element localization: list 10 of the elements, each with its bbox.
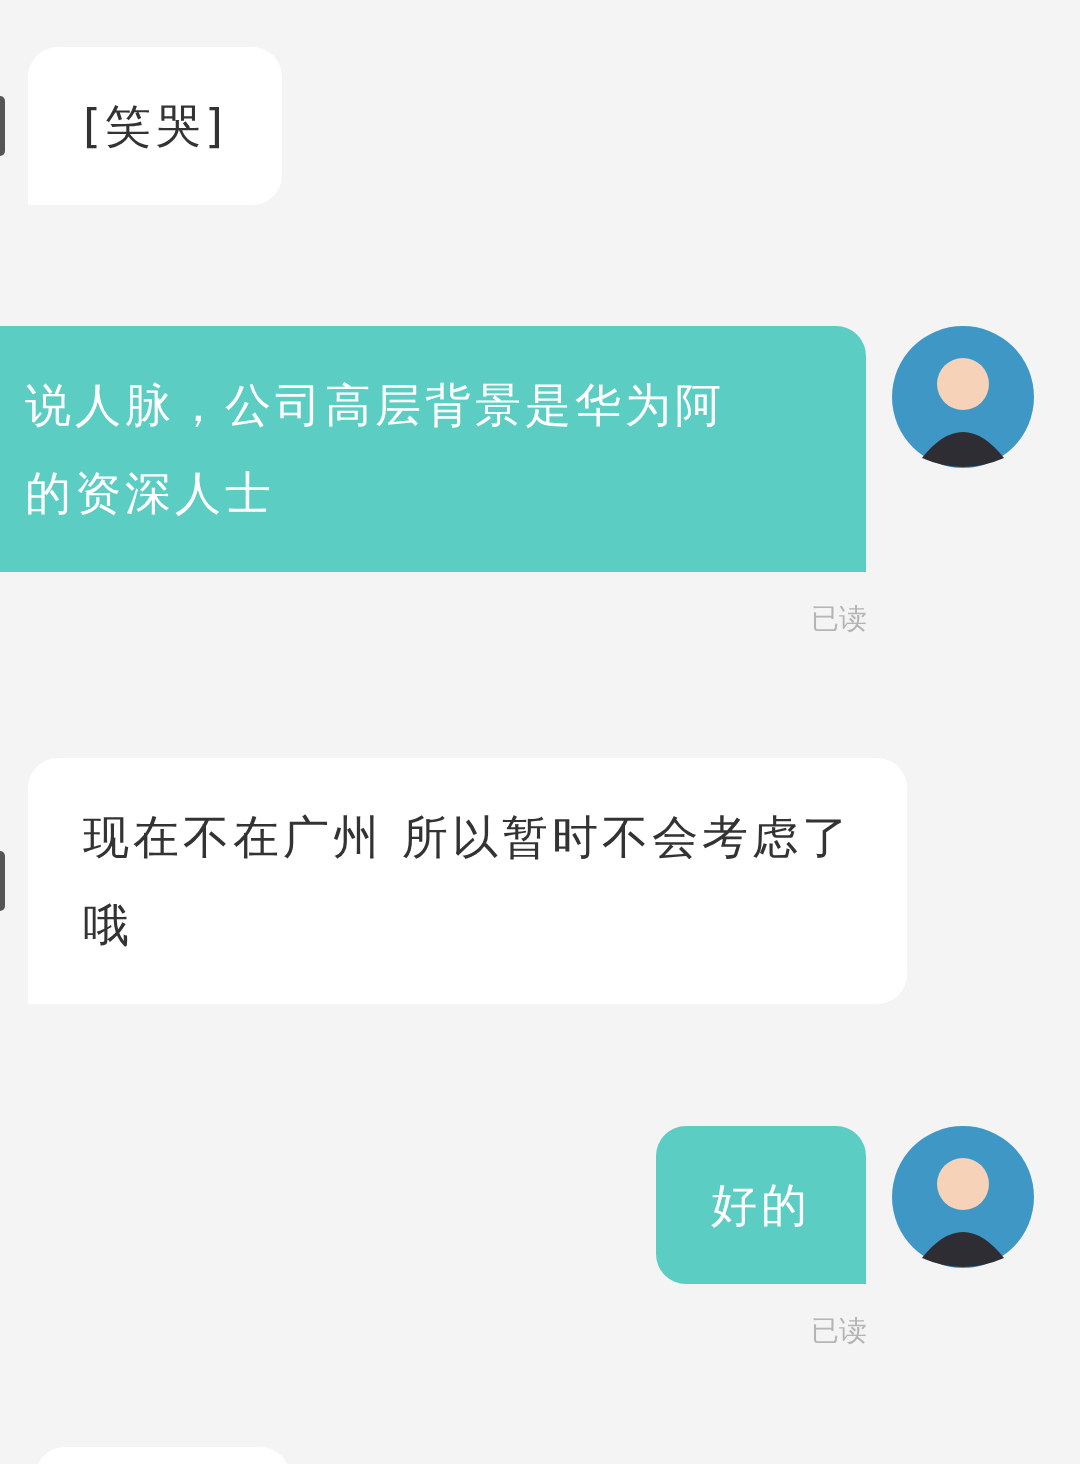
avatar[interactable] xyxy=(892,326,1034,468)
message-bubble: 说人脉，公司高层背景是华为阿 的资深人士 xyxy=(0,326,866,572)
avatar[interactable] xyxy=(0,851,5,911)
message-bubble: 现在不在广州 所以暂时不会考虑了 哦 xyxy=(28,758,907,1004)
message-bubble: [笑哭] xyxy=(28,47,282,205)
avatar[interactable] xyxy=(0,96,5,156)
avatar[interactable] xyxy=(892,1126,1034,1268)
message-bubble: 好的 xyxy=(656,1126,866,1284)
read-status: 已读 xyxy=(811,601,867,637)
read-status: 已读 xyxy=(811,1313,867,1349)
